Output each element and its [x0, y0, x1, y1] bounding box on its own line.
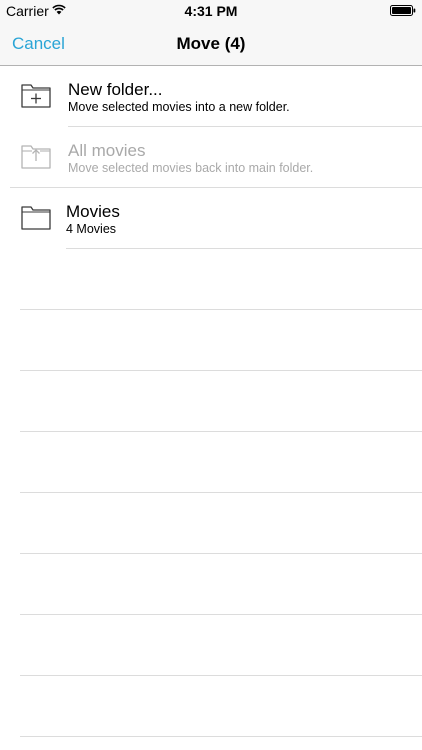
empty-row [0, 249, 422, 310]
empty-row [0, 371, 422, 432]
empty-row [0, 615, 422, 676]
navigation-bar: Cancel Move (4) [0, 22, 422, 66]
row-separator [20, 736, 422, 737]
movies-folder-title: Movies [66, 202, 120, 221]
new-folder-title: New folder... [68, 80, 163, 99]
status-bar: Carrier 4:31 PM [0, 0, 422, 22]
empty-row [0, 432, 422, 493]
folder-up-icon [21, 145, 51, 169]
empty-row [0, 676, 422, 737]
folder-icon [21, 206, 51, 230]
folder-list: New folder... Move selected movies into … [0, 66, 422, 737]
battery-icon [390, 5, 416, 16]
empty-row [0, 493, 422, 554]
folder-plus-icon [21, 84, 51, 108]
new-folder-subtitle: Move selected movies into a new folder. [68, 100, 290, 114]
empty-row [0, 554, 422, 615]
new-folder-row[interactable]: New folder... Move selected movies into … [0, 66, 422, 127]
all-movies-row: All movies Move selected movies back int… [0, 127, 422, 188]
move-screen: Carrier 4:31 PM Cancel Move (4) New fold… [0, 0, 422, 750]
movies-folder-subtitle: 4 Movies [66, 222, 117, 236]
movies-folder-row[interactable]: Movies 4 Movies [0, 188, 422, 249]
status-time: 4:31 PM [184, 3, 238, 19]
all-movies-subtitle: Move selected movies back into main fold… [68, 161, 314, 175]
all-movies-title: All movies [68, 141, 146, 160]
page-title: Move (4) [176, 34, 246, 53]
empty-row [0, 310, 422, 371]
